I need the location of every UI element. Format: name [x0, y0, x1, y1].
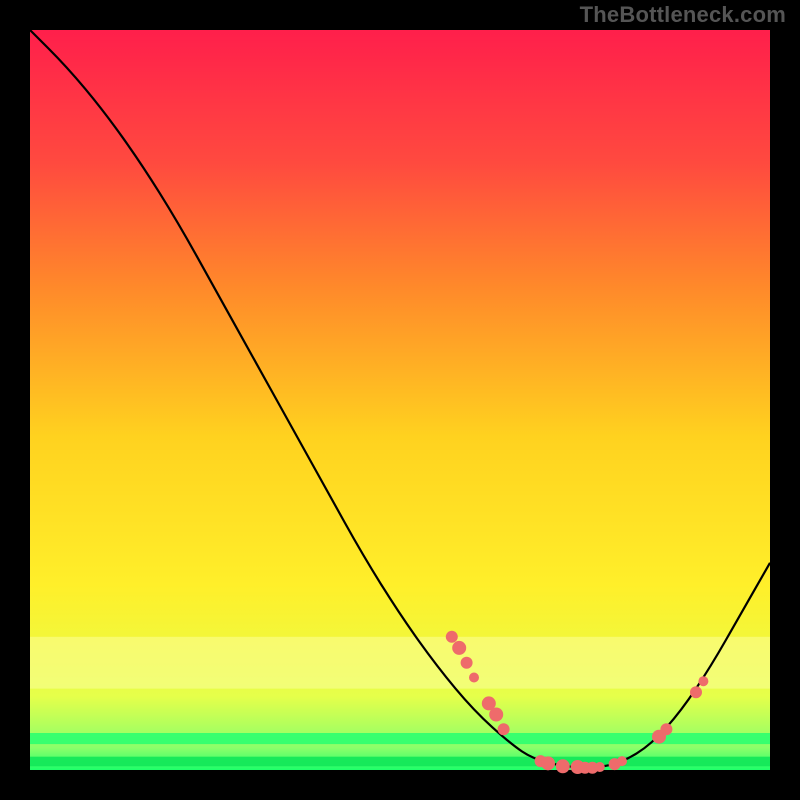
data-marker: [461, 657, 473, 669]
data-marker: [617, 756, 627, 766]
data-marker: [452, 641, 466, 655]
chart-container: TheBottleneck.com: [0, 0, 800, 800]
data-marker: [698, 676, 708, 686]
data-marker: [556, 759, 570, 773]
data-marker: [446, 631, 458, 643]
data-marker: [690, 686, 702, 698]
data-marker: [541, 756, 555, 770]
data-marker: [595, 762, 605, 772]
data-marker: [660, 723, 672, 735]
chart-svg: [0, 0, 800, 800]
data-marker: [489, 708, 503, 722]
data-marker: [469, 673, 479, 683]
data-marker: [498, 723, 510, 735]
